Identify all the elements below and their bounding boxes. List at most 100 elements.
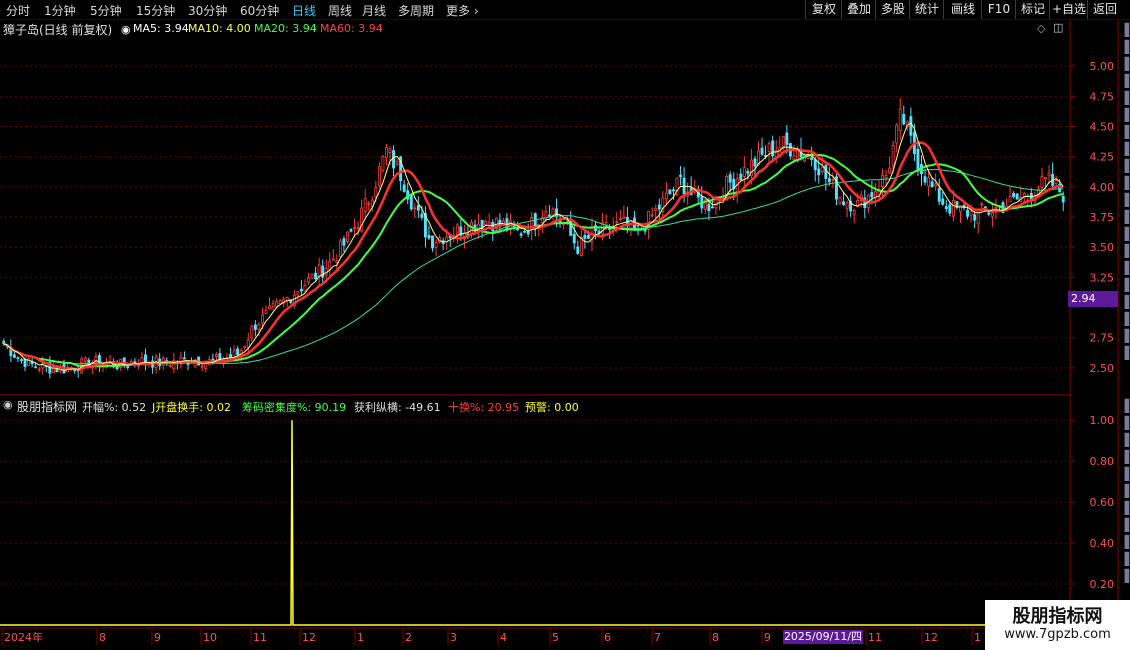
candle-body (994, 206, 998, 209)
diamond-icon[interactable]: ◇ (1037, 22, 1045, 35)
candle-body (547, 214, 551, 217)
candle-body (710, 206, 714, 209)
date-tick-label: 9 (154, 631, 161, 644)
candle-body (944, 206, 948, 209)
date-tick-label: 2 (405, 631, 412, 644)
candle-body (34, 366, 38, 369)
candle-body (668, 189, 672, 195)
candle-body (746, 170, 750, 174)
candle-body (937, 188, 941, 202)
candle-body (1015, 193, 1019, 200)
candle-body (431, 235, 434, 249)
price-tick-label: 4.25 (1090, 151, 1115, 164)
price-tick-label: 2.75 (1090, 332, 1115, 345)
candle-body (37, 368, 41, 371)
date-tick-label: 1 (974, 631, 981, 644)
candle-body (615, 221, 619, 224)
date-tick-label: 12 (924, 631, 938, 644)
price-axis: 5.00 4.75 4.50 4.25 4.00 3.75 3.50 3.25 2.75 2.50 (1070, 60, 1114, 375)
candle-body (388, 148, 392, 154)
candle-body (1012, 192, 1016, 197)
candle-body (852, 210, 856, 215)
candle-body (353, 227, 357, 229)
candle-body (455, 224, 459, 236)
candle-body (576, 246, 580, 254)
candle-body (413, 207, 417, 210)
indicator-tick-label: 1.00 (1090, 414, 1115, 427)
candle-body (870, 192, 874, 198)
side-panel-edge-lower[interactable]: ▐ ▐ ▐ ▐ ▐ ▐ ▐ ▐ ▐ ▐ ▐ (1120, 398, 1130, 598)
candle-body (1040, 175, 1044, 188)
side-panel-edge[interactable]: ▐ ▐ ▐ ▐ ▐ ▐ ▐ ▐ ▐ ▐ ▐ ▐ ▐ ▐ ▐ ▐ ▐ ▐ ▐ ▐ (1120, 22, 1130, 392)
candle-body (664, 192, 668, 200)
candle-body (264, 310, 268, 314)
candle-body (243, 345, 247, 348)
candle-body (916, 148, 920, 170)
indicator-kaifu: 开幅%: 0.52 (82, 401, 147, 414)
candle-body (923, 176, 927, 183)
candle-body (260, 314, 264, 324)
candle-body (742, 167, 746, 177)
candle-body (739, 173, 743, 181)
candle-body (356, 226, 360, 229)
date-tick-label: 4 (500, 631, 507, 644)
candle-body (636, 224, 640, 227)
candle-body (579, 236, 583, 256)
candle-body (317, 264, 321, 277)
candle-body (976, 208, 980, 225)
candle-body (83, 357, 87, 362)
price-tick-label: 3.75 (1090, 211, 1115, 224)
candle-body (1047, 172, 1051, 177)
candle-body (941, 198, 945, 205)
ma5-label: MA5: 3.94 (133, 22, 189, 35)
candle-body (707, 203, 711, 212)
candle-body (363, 198, 367, 212)
candle-body (881, 174, 884, 187)
candle-body (20, 359, 23, 361)
candle-body (484, 221, 488, 226)
candle-body (781, 136, 785, 149)
candle-body (909, 116, 913, 136)
candle-body (55, 369, 59, 373)
indicator-toggle-icon[interactable]: ◉ (3, 398, 13, 411)
candle-body (384, 147, 388, 158)
ma10-label: MA10: 4.00 (188, 22, 251, 35)
candle-body (891, 145, 895, 166)
candle-body (268, 305, 271, 310)
window-toggle-icon[interactable]: ◫ (1053, 21, 1063, 34)
candle-body (771, 140, 775, 157)
candle-body (214, 354, 218, 357)
candle-body (572, 233, 576, 244)
indicator-tick-label: 0.80 (1090, 455, 1115, 468)
candle-body (902, 114, 906, 125)
date-tick-label: 1 (357, 631, 364, 644)
candle-body (622, 216, 626, 219)
candle-body (838, 197, 842, 204)
current-price-badge: 2.94 (1068, 291, 1118, 307)
candle-body (1044, 177, 1047, 180)
candle-body (126, 366, 130, 368)
candle-body (16, 357, 20, 360)
candle-body (314, 272, 318, 280)
candle-body (583, 234, 587, 239)
candle-body (842, 201, 846, 205)
date-tick-label: 6 (604, 631, 611, 644)
stock-title: 獐子岛(日线 前复权) (3, 23, 113, 37)
candle-body (657, 204, 661, 210)
date-tick-label: 7 (654, 631, 661, 644)
candle-body (1008, 196, 1012, 203)
candle-body (335, 260, 339, 263)
date-tick-label: 2024年 (4, 630, 43, 644)
kline-chart[interactable]: 5.00 4.75 4.50 4.25 4.00 3.75 3.50 3.25 2.75 2.50… (0, 0, 1130, 650)
candle-body (346, 231, 349, 242)
candle-body (427, 235, 431, 239)
price-tick-label: 3.25 (1090, 271, 1115, 284)
ma-toggle-icon[interactable]: ◉ (121, 23, 131, 36)
date-tick-label: 9 (764, 631, 771, 644)
candle-body (236, 348, 240, 355)
candlestick-series (2, 98, 1065, 379)
candle-body (888, 167, 892, 174)
watermark-title: 股朋指标网 (1012, 606, 1103, 627)
date-tick-label: 8 (712, 631, 719, 644)
candle-body (1054, 180, 1058, 184)
